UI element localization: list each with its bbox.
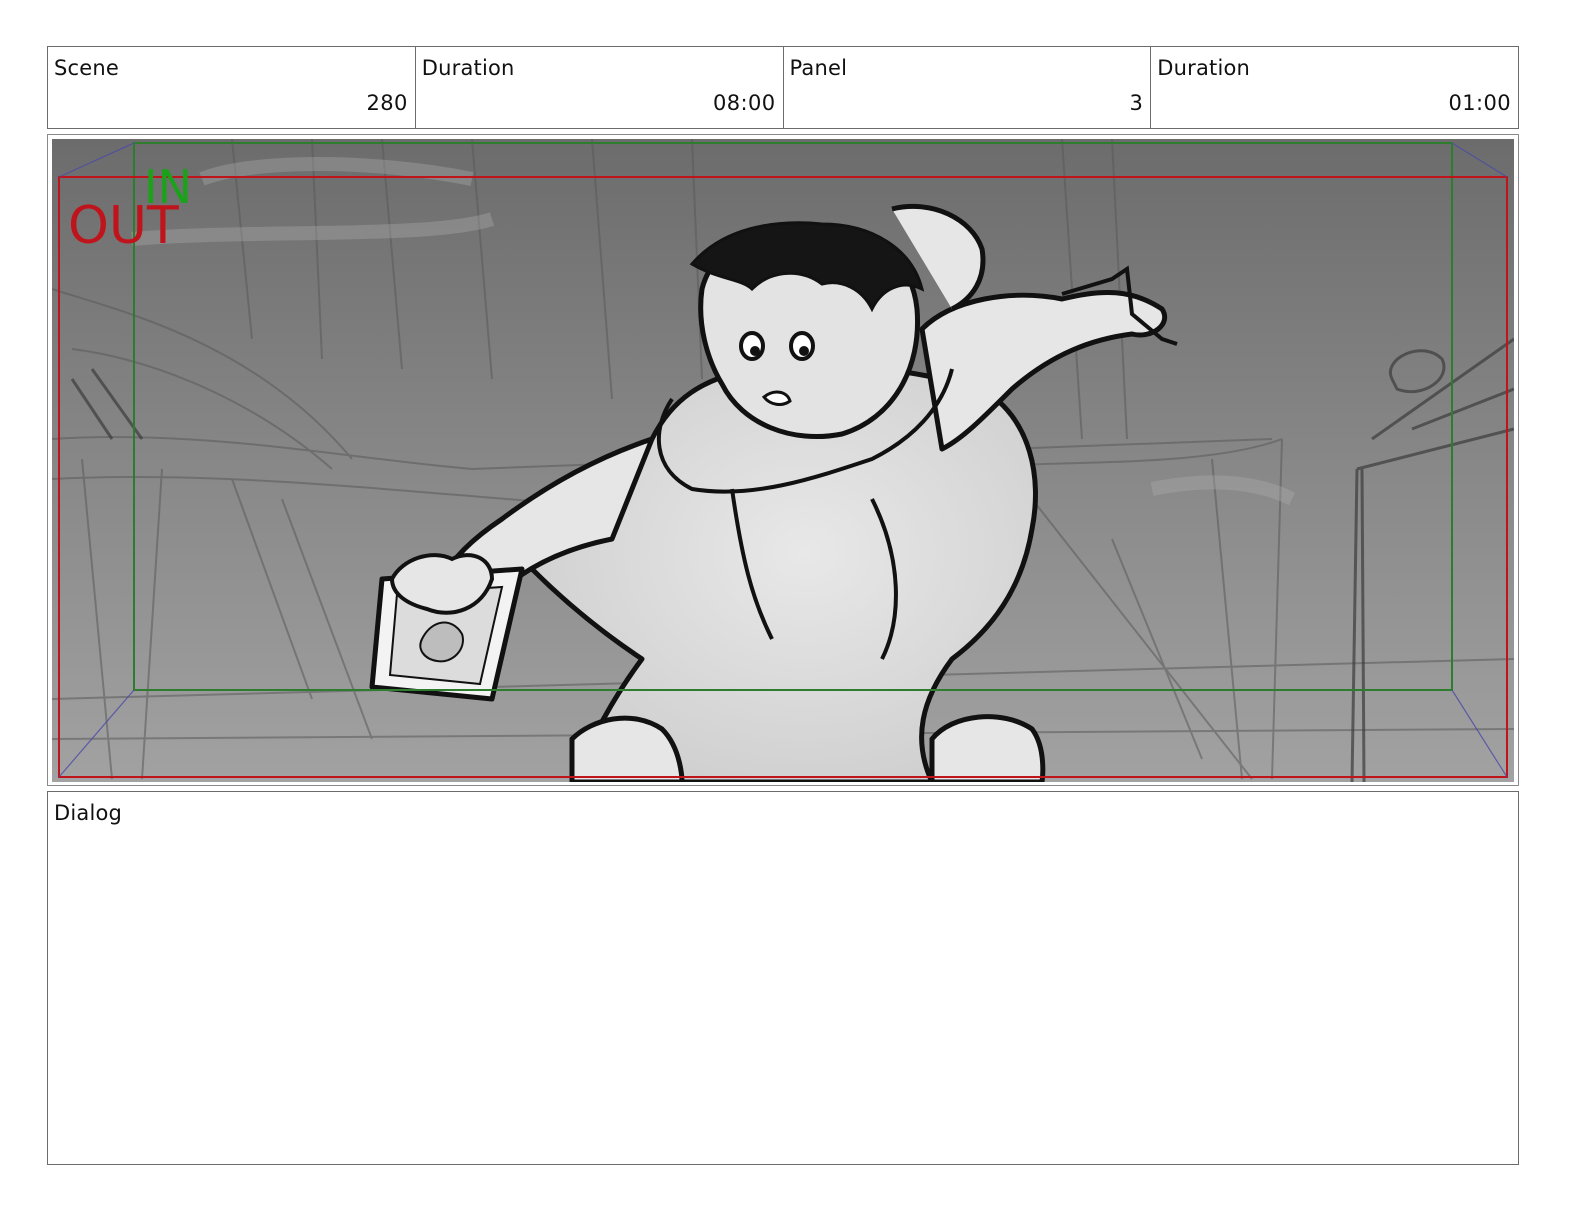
panel-duration-label: Duration <box>1157 56 1251 80</box>
storyboard-panel-image: IN OUT <box>52 139 1514 782</box>
scene-value: 280 <box>366 91 408 115</box>
panel-cell: Panel 3 <box>784 47 1152 128</box>
panel-value: 3 <box>1129 91 1144 115</box>
scene-cell: Scene 280 <box>48 47 416 128</box>
panel-label: Panel <box>789 56 848 80</box>
dialog-box: Dialog <box>47 791 1519 1165</box>
out-marker: OUT <box>68 196 179 256</box>
panel-duration-value: 01:00 <box>1448 91 1511 115</box>
scene-label: Scene <box>54 56 120 80</box>
scene-duration-cell: Duration 08:00 <box>416 47 784 128</box>
storyboard-header: Scene 280 Duration 08:00 Panel 3 Duratio… <box>47 46 1519 129</box>
scene-duration-value: 08:00 <box>712 91 776 115</box>
scene-duration-label: Duration <box>421 56 515 80</box>
dialog-label: Dialog <box>54 801 123 825</box>
storyboard-sketch: IN OUT <box>52 139 1514 782</box>
panel-duration-cell: Duration 01:00 <box>1151 47 1518 128</box>
